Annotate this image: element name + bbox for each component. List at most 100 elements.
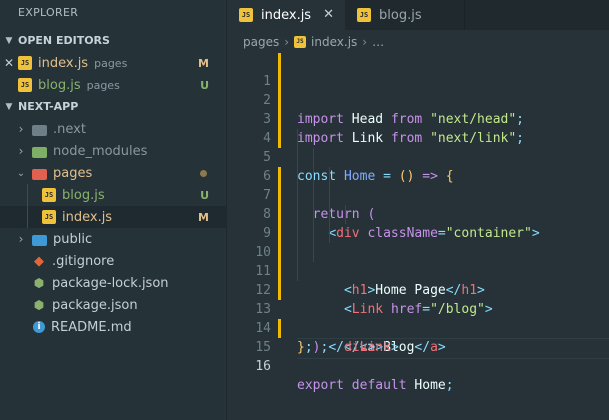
tree-item-public[interactable]: › public xyxy=(0,228,226,250)
line-number: 16 xyxy=(255,359,271,374)
code-line: 1 import Head from "next/head"; xyxy=(227,53,609,127)
breadcrumb-file[interactable]: index.js xyxy=(311,30,357,54)
code-line: 12 ); xyxy=(227,262,609,355)
git-status-badge: M xyxy=(198,56,209,70)
code-line: 6 <div className="container"> xyxy=(227,148,609,241)
open-editor-name: blog.js xyxy=(38,77,81,93)
info-icon: i xyxy=(33,321,45,333)
indent-guide xyxy=(313,148,314,167)
code-line: 8 <Link href="/blog"> xyxy=(227,186,609,317)
public-folder-icon xyxy=(32,234,47,246)
tab-index-js[interactable]: JS index.js ✕ xyxy=(227,0,345,30)
tree-item-package-lock[interactable]: ⬢ package-lock.json xyxy=(0,272,226,294)
indent-guide xyxy=(297,243,298,262)
open-editor-path-hint: pages xyxy=(86,78,120,92)
indent-guide xyxy=(329,205,330,224)
tree-item-pages[interactable]: ⌄ pages xyxy=(0,162,226,184)
tree-item-gitignore[interactable]: ◆ .gitignore xyxy=(0,250,226,272)
code-editor[interactable]: 1 import Head from "next/head"; 2 import… xyxy=(227,53,609,393)
open-editors-label: OPEN EDITORS xyxy=(18,34,110,47)
indent-guide xyxy=(27,206,28,228)
tree-item-label: public xyxy=(53,231,93,247)
code-line: 14 xyxy=(227,300,609,336)
code-line: 9 <a>Blog</a> xyxy=(227,205,609,355)
indent-guide xyxy=(297,205,298,224)
folder-icon xyxy=(32,124,47,136)
chevron-down-icon: ⌄ xyxy=(16,167,26,179)
project-header[interactable]: ▼ NEXT-APP xyxy=(0,96,226,118)
tree-item-label: README.md xyxy=(51,319,132,335)
git-status-badge: M xyxy=(198,210,209,224)
js-file-icon: JS xyxy=(42,210,56,224)
code-line: 11 </div> xyxy=(227,243,609,355)
tree-item-label: .next xyxy=(53,121,86,137)
code-line: 7 <h1>Home Page</h1> xyxy=(227,167,609,298)
gutter-change-marker xyxy=(278,319,281,338)
breadcrumb: pages › JS index.js › … xyxy=(227,30,609,54)
js-file-icon: JS xyxy=(18,56,32,70)
token: export xyxy=(297,378,344,393)
pages-folder-icon xyxy=(32,168,47,180)
chevron-right-icon: › xyxy=(18,232,24,246)
tree-item-label: blog.js xyxy=(62,187,105,203)
gutter-change-marker xyxy=(278,262,281,281)
project-label: NEXT-APP xyxy=(18,100,79,113)
git-status-badge: U xyxy=(200,78,209,92)
open-editor-index[interactable]: ✕ JS index.js pages M xyxy=(0,52,226,74)
gutter-change-marker xyxy=(278,91,281,110)
indent-guide xyxy=(313,205,314,224)
gutter-change-marker xyxy=(278,281,281,300)
code-line: 4 const Home = () => { xyxy=(227,110,609,184)
tab-bar: JS index.js ✕ JS blog.js xyxy=(227,0,609,30)
tree-item-next[interactable]: › .next xyxy=(0,118,226,140)
code-line-current: 16 xyxy=(227,338,609,374)
tree-item-node-modules[interactable]: › node_modules xyxy=(0,140,226,162)
tree-item-label: .gitignore xyxy=(52,253,115,269)
tree-item-readme[interactable]: i README.md xyxy=(0,316,226,338)
json-icon: ⬢ xyxy=(33,298,45,312)
tree-item-label: node_modules xyxy=(53,143,148,159)
indent-guide xyxy=(313,243,314,262)
code-line: 15 export default Home; xyxy=(227,319,609,393)
gutter-change-marker xyxy=(278,224,281,243)
code-line: 13 }; xyxy=(227,281,609,355)
indent-guide xyxy=(297,129,298,148)
tab-blog-js[interactable]: JS blog.js xyxy=(345,0,465,30)
token: ; xyxy=(445,378,454,393)
indent-guide xyxy=(313,224,314,243)
tree-item-blog[interactable]: JS blog.js U xyxy=(0,184,226,206)
indent-guide xyxy=(345,205,346,224)
git-status-badge: U xyxy=(200,188,209,202)
close-icon[interactable]: ✕ xyxy=(0,56,18,70)
indent-guide xyxy=(329,186,330,205)
indent-guide xyxy=(297,186,298,205)
open-editor-path-hint: pages xyxy=(94,56,128,70)
chevron-right-icon: › xyxy=(18,144,24,158)
indent-guide xyxy=(27,184,28,206)
node-folder-icon xyxy=(32,146,47,158)
tree-item-label: package.json xyxy=(52,297,138,313)
js-file-icon: JS xyxy=(294,36,307,48)
gutter-change-marker xyxy=(278,72,281,91)
js-file-icon: JS xyxy=(42,188,56,202)
indent-guide xyxy=(329,167,330,186)
tree-item-index[interactable]: JS index.js M xyxy=(0,206,226,228)
code-line: 10 </Link> xyxy=(227,224,609,355)
breadcrumb-symbol[interactable]: … xyxy=(372,30,384,54)
open-editor-name: index.js xyxy=(38,55,89,71)
tab-label: blog.js xyxy=(379,7,422,23)
open-editors-header[interactable]: ▼ OPEN EDITORS xyxy=(0,30,226,52)
tree-item-label: index.js xyxy=(62,209,113,225)
js-file-icon: JS xyxy=(18,78,32,92)
indent-guide xyxy=(297,148,298,167)
close-icon[interactable]: ✕ xyxy=(323,7,334,22)
chevron-down-icon: ▼ xyxy=(5,102,13,112)
breadcrumb-folder[interactable]: pages xyxy=(243,30,279,54)
tree-item-package-json[interactable]: ⬢ package.json xyxy=(0,294,226,316)
js-file-icon: JS xyxy=(357,8,371,22)
gutter-change-marker xyxy=(278,243,281,262)
explorer-sidebar: EXPLORER ▼ OPEN EDITORS ✕ JS index.js pa… xyxy=(0,0,227,420)
modified-dot-icon xyxy=(200,169,207,177)
token: Home xyxy=(414,378,446,393)
open-editor-blog[interactable]: JS blog.js pages U xyxy=(0,74,226,96)
